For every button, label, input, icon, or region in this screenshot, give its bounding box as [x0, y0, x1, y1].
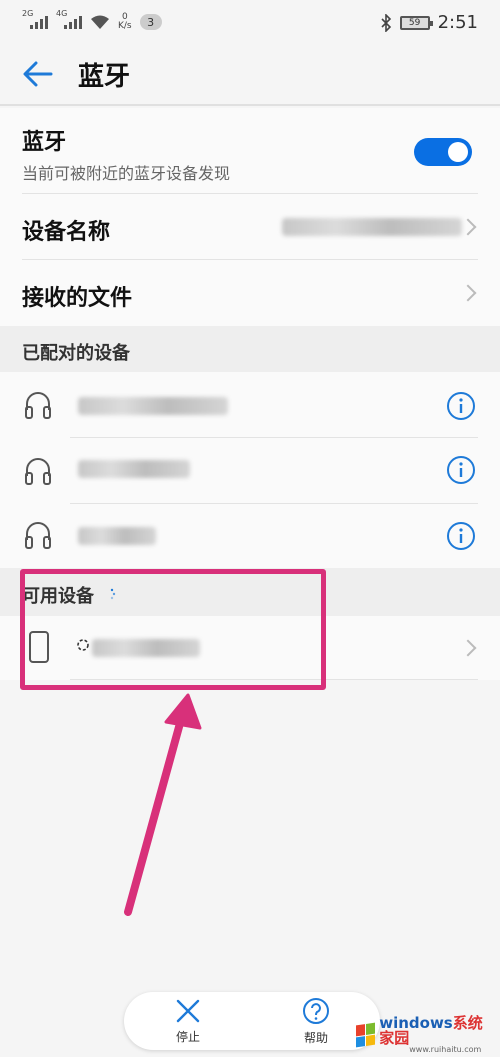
- headphones-icon: [25, 392, 51, 419]
- network-speed: 0 K/s: [118, 12, 132, 31]
- redacted-device-name: [78, 397, 228, 415]
- clock: 2:51: [437, 12, 478, 33]
- status-bar: 2G 4G 0 K/s 3 59 2:51: [0, 0, 500, 44]
- close-icon: [176, 999, 200, 1022]
- back-arrow-icon[interactable]: [8, 44, 68, 104]
- paired-device-row[interactable]: [0, 504, 500, 568]
- redacted-device-name: [78, 527, 156, 545]
- chevron-right-icon: [459, 639, 477, 657]
- received-files-row[interactable]: 接收的文件: [0, 260, 500, 326]
- cellular-signal-icon-2: 4G: [56, 9, 82, 29]
- battery-indicator: 59: [399, 15, 433, 30]
- info-icon[interactable]: [446, 391, 476, 421]
- paired-devices-header: 已配对的设备: [0, 326, 500, 372]
- paired-device-row[interactable]: [0, 372, 500, 438]
- bottom-action-bar: 停止 帮助: [124, 992, 380, 1050]
- received-files-label: 接收的文件: [22, 286, 133, 311]
- device-name-row[interactable]: 设备名称: [0, 194, 500, 260]
- annotation-highlight-box: [20, 569, 326, 690]
- bluetooth-title: 蓝牙: [22, 130, 67, 155]
- redacted-device-name: [282, 218, 462, 236]
- redacted-device-name: [78, 460, 190, 478]
- wifi-icon: [91, 15, 109, 29]
- bluetooth-icon: [381, 13, 391, 32]
- bluetooth-toggle-row[interactable]: 蓝牙 当前可被附近的蓝牙设备发现: [0, 108, 500, 194]
- stop-label: 停止: [175, 1029, 200, 1044]
- windows-logo-icon: [356, 1022, 376, 1048]
- cellular-signal-icon: 2G: [22, 9, 48, 29]
- notification-count-badge: 3: [139, 14, 162, 30]
- headphones-icon: [25, 522, 51, 549]
- page-title: 蓝牙: [78, 61, 131, 92]
- watermark: windows系统家园 www.ruihaitu.com: [356, 1015, 496, 1055]
- paired-device-row[interactable]: [0, 438, 500, 504]
- stop-button[interactable]: 停止: [124, 992, 252, 1050]
- info-icon[interactable]: [446, 455, 476, 485]
- info-icon[interactable]: [446, 521, 476, 551]
- app-bar: 蓝牙: [0, 44, 500, 106]
- help-icon: [303, 997, 329, 1024]
- bluetooth-toggle[interactable]: [414, 138, 472, 166]
- bluetooth-subtitle: 当前可被附近的蓝牙设备发现: [22, 164, 231, 183]
- headphones-icon: [25, 458, 51, 485]
- help-label: 帮助: [303, 1030, 328, 1045]
